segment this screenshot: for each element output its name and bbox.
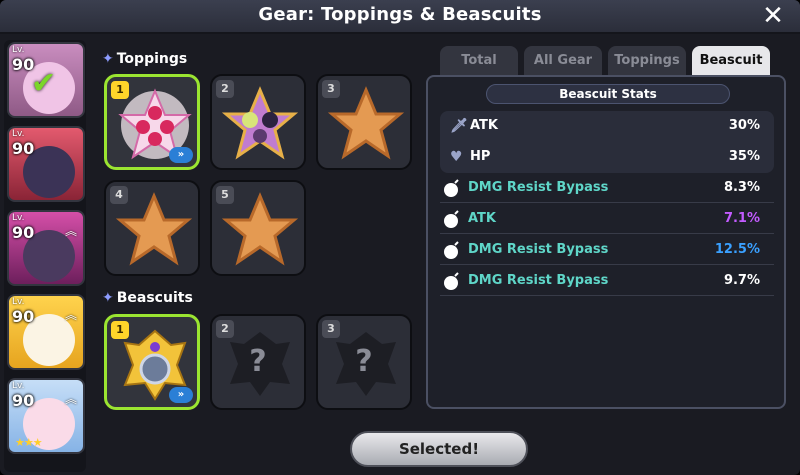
tab-total[interactable]: Total — [440, 46, 518, 76]
character-card-5[interactable]: Lv. 90 ︽ ★★★ — [7, 378, 85, 454]
main-stats-box: 🗡 ATK 30% ♥ HP 35% — [440, 111, 774, 173]
chevron-up-icon: ︽ — [64, 392, 77, 406]
heart-icon: ♥ — [450, 149, 463, 165]
level-value: 90 — [12, 391, 35, 410]
sub-stat-row: ATK 7.1% — [440, 204, 774, 234]
sub-stat-row: DMG Resist Bypass 8.3% — [440, 173, 774, 203]
bomb-icon — [442, 178, 462, 202]
gear-window: Gear: Toppings & Beascuits ✕ Lv. 90 ✔ Lv… — [0, 0, 800, 475]
beascuits-title: ✦ Beascuits — [102, 290, 193, 306]
tab-all-gear[interactable]: All Gear — [524, 46, 602, 76]
beascuits-title-label: Beascuits — [116, 290, 193, 306]
checkmark-icon: ✔ — [31, 66, 57, 101]
sub-stat-row: DMG Resist Bypass 9.7% — [440, 266, 774, 296]
toppings-title-label: Toppings — [116, 51, 188, 67]
upgrade-icon[interactable]: » — [169, 387, 193, 403]
stat-label: ATK — [468, 211, 496, 226]
question-mark-icon: ? — [355, 344, 373, 379]
main-stat-row: ♥ HP 35% — [440, 142, 774, 172]
level-value: 90 — [12, 139, 35, 158]
stat-label: DMG Resist Bypass — [468, 242, 609, 257]
bomb-icon — [442, 240, 462, 264]
stat-value: 9.7% — [723, 273, 760, 288]
level-value: 90 — [12, 223, 35, 242]
character-card-1[interactable]: Lv. 90 ✔ — [7, 42, 85, 118]
stats-header: Beascuit Stats — [486, 84, 730, 104]
window-title: Gear: Toppings & Beascuits — [258, 4, 542, 25]
character-list: Lv. 90 ✔ Lv. 90 Lv. 90 ︽ Lv. 90 ︽ Lv. 90… — [4, 40, 86, 472]
level-prefix: Lv. — [12, 213, 25, 223]
slot-number: 3 — [322, 320, 340, 338]
topping-slot-4[interactable]: 4 — [104, 180, 200, 276]
topping-slot-3[interactable]: 3 — [316, 74, 412, 170]
chevron-up-icon: ︽ — [64, 224, 77, 238]
main-stat-row: 🗡 ATK 30% — [440, 111, 774, 141]
stat-value: 35% — [728, 149, 760, 164]
bomb-icon — [442, 209, 462, 233]
star-rating-icon: ★★★ — [15, 436, 43, 449]
slot-number: 4 — [110, 186, 128, 204]
character-card-3[interactable]: Lv. 90 ︽ — [7, 210, 85, 286]
beascuit-slot-3[interactable]: ? 3 — [316, 314, 412, 410]
sparkle-icon: ✦ — [102, 290, 114, 306]
slot-number: 1 — [111, 81, 129, 99]
slot-number: 2 — [216, 320, 234, 338]
topping-slot-1[interactable]: 1 » — [104, 74, 200, 170]
character-card-2[interactable]: Lv. 90 — [7, 126, 85, 202]
tab-toppings[interactable]: Toppings — [608, 46, 686, 76]
level-prefix: Lv. — [12, 381, 25, 391]
title-bar: Gear: Toppings & Beascuits ✕ — [0, 0, 800, 34]
toppings-title: ✦ Toppings — [102, 51, 187, 67]
level-prefix: Lv. — [12, 45, 25, 55]
slot-number: 5 — [216, 186, 234, 204]
topping-slot-2[interactable]: 2 — [210, 74, 306, 170]
chevron-up-icon: ︽ — [64, 308, 77, 322]
topping-slot-5[interactable]: 5 — [210, 180, 306, 276]
sparkle-icon: ✦ — [102, 51, 114, 67]
stat-label: ATK — [470, 118, 498, 133]
sword-icon: 🗡 — [450, 118, 468, 134]
stats-panel: Beascuit Stats 🗡 ATK 30% ♥ HP 35% DMG Re… — [426, 75, 786, 409]
stat-value: 7.1% — [723, 211, 760, 226]
level-prefix: Lv. — [12, 297, 25, 307]
level-value: 90 — [12, 307, 35, 326]
selected-button[interactable]: Selected! — [350, 431, 528, 467]
bomb-icon — [442, 271, 462, 295]
question-mark-icon: ? — [249, 344, 267, 379]
slot-number: 3 — [322, 80, 340, 98]
slot-number: 1 — [111, 321, 129, 339]
stat-value: 12.5% — [714, 242, 760, 257]
level-prefix: Lv. — [12, 129, 25, 139]
slot-number: 2 — [216, 80, 234, 98]
tab-beascuit[interactable]: Beascuit — [692, 46, 770, 76]
stat-label: DMG Resist Bypass — [468, 273, 609, 288]
stat-label: HP — [470, 149, 491, 164]
close-icon[interactable]: ✕ — [760, 3, 786, 29]
beascuit-slot-1[interactable]: 1 » — [104, 314, 200, 410]
beascuit-slot-2[interactable]: ? 2 — [210, 314, 306, 410]
stat-value: 30% — [728, 118, 760, 133]
sub-stat-row: DMG Resist Bypass 12.5% — [440, 235, 774, 265]
upgrade-icon[interactable]: » — [169, 147, 193, 163]
stat-value: 8.3% — [723, 180, 760, 195]
stat-label: DMG Resist Bypass — [468, 180, 609, 195]
character-card-4[interactable]: Lv. 90 ︽ — [7, 294, 85, 370]
